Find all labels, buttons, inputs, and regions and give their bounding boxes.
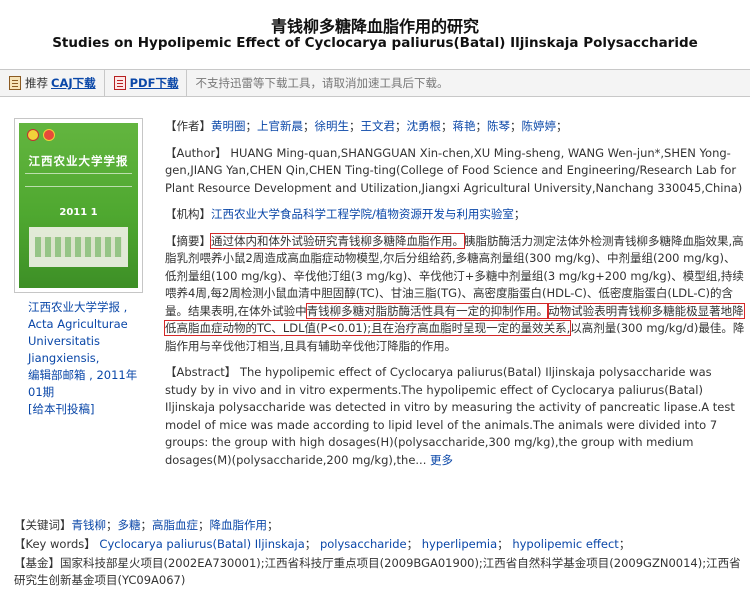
- keywords-cn-row: 【关键词】青钱柳；多糖；高脂血症；降血脂作用；: [14, 518, 279, 532]
- more-link[interactable]: 更多: [430, 453, 453, 467]
- abstract-en-row: 【Abstract】 The hypolipemic effect of Cyc…: [165, 364, 745, 469]
- journal-name-en-2[interactable]: Universitatis: [28, 333, 146, 350]
- author-en-text: HUANG Ming-quan,SHANGGUAN Xin-chen,XU Mi…: [165, 145, 743, 195]
- cover-subtitle-band: [25, 173, 132, 187]
- author-link[interactable]: 陈婷婷: [522, 119, 557, 133]
- author-link[interactable]: 徐明生: [315, 119, 350, 133]
- journal-editor-email[interactable]: 编辑部邮箱 , 2011年: [28, 367, 146, 384]
- cover-logo-icon: [43, 129, 55, 141]
- fund-label: 【基金】: [14, 556, 60, 570]
- author-link[interactable]: 沈勇根: [407, 119, 442, 133]
- authors-row: 【作者】黄明圈；上官新晨；徐明生；王文君；沈勇根；蒋艳；陈琴；陈婷婷；: [165, 119, 568, 133]
- keywords-en-label: 【Key words】: [14, 537, 96, 551]
- keyword-link[interactable]: 多糖: [118, 518, 141, 532]
- caj-file-icon: [9, 76, 21, 90]
- keyword-link[interactable]: 青钱柳: [72, 518, 107, 532]
- cover-issue: 2011 1: [59, 207, 98, 218]
- keyword-link[interactable]: 降血脂作用: [210, 518, 268, 532]
- abstract-en-label: 【Abstract】: [165, 365, 237, 379]
- author-link[interactable]: 上官新晨: [257, 119, 303, 133]
- pdf-download-link[interactable]: PDF下载: [130, 75, 179, 91]
- abstract-cn-row: 【摘要】通过体内和体外试验研究青钱柳多糖降血脂作用。胰脂肪酶活力测定法体外检测青…: [164, 232, 745, 356]
- keywords-cn-label: 【关键词】: [14, 518, 72, 532]
- institution-suffix: ；: [513, 207, 526, 221]
- cover-logos: [27, 129, 55, 141]
- journal-cover-image: 江西农业大学学报 2011 1: [19, 123, 138, 288]
- author-link[interactable]: 蒋艳: [453, 119, 476, 133]
- journal-issue[interactable]: 01期: [28, 384, 146, 401]
- journal-cover[interactable]: 江西农业大学学报 2011 1: [14, 118, 143, 293]
- author-en-row: 【Author】 HUANG Ming-quan,SHANGGUAN Xin-c…: [165, 145, 745, 198]
- keyword-en-link[interactable]: hypolipemic effect: [512, 537, 618, 551]
- caj-download-item: 推荐 CAJ下载: [0, 70, 105, 96]
- article-meta: 【关键词】青钱柳；多糖；高脂血症；降血脂作用； 【Key words】 Cycl…: [14, 517, 744, 591]
- keywords-en-row: 【Key words】 Cyclocarya paliurus(Batal) I…: [14, 537, 631, 551]
- fund-text: 国家科技部星火项目(2002EA730001);江西省科技厅重点项目(2009B…: [14, 556, 741, 587]
- keyword-en-link[interactable]: Cyclocarya paliurus(Batal) Iljinskaja: [99, 537, 304, 551]
- cover-logo-icon: [27, 129, 39, 141]
- pdf-download-item: PDF下载: [105, 70, 188, 96]
- author-en-label: 【Author】: [165, 145, 227, 160]
- abstract-highlight-2: 青钱柳多糖对脂肪酶活性具有一定的抑制作用。: [305, 302, 550, 319]
- caj-download-link[interactable]: CAJ下载: [51, 75, 96, 91]
- abstract-highlight-1: 通过体内和体外试验研究青钱柳多糖降血脂作用。: [210, 232, 465, 249]
- download-toolbar: 推荐 CAJ下载 PDF下载 不支持迅雷等下载工具，请取消加速工具后下载。: [0, 69, 750, 97]
- author-link[interactable]: 黄明圈: [211, 119, 246, 133]
- journal-name-en-1[interactable]: Acta Agriculturae: [28, 316, 146, 333]
- fund-row: 【基金】国家科技部星火项目(2002EA730001);江西省科技厅重点项目(2…: [14, 555, 744, 589]
- authors-label: 【作者】: [165, 119, 211, 133]
- keyword-link[interactable]: 高脂血症: [152, 518, 198, 532]
- institution-label: 【机构】: [165, 207, 211, 221]
- page-title-cn: 青钱柳多糖降血脂作用的研究: [270, 17, 479, 36]
- abstract-cn-label: 【摘要】: [165, 233, 211, 248]
- institution-link[interactable]: 江西农业大学食品科学工程学院/植物资源开发与利用实验室: [211, 207, 514, 221]
- cover-title: 江西农业大学学报: [28, 154, 129, 168]
- journal-info: 江西农业大学学报 , Acta Agriculturae Universitat…: [28, 299, 146, 418]
- author-link[interactable]: 王文君: [361, 119, 396, 133]
- download-note: 不支持迅雷等下载工具，请取消加速工具后下载。: [195, 76, 449, 90]
- keyword-en-link[interactable]: hyperlipemia: [422, 537, 497, 551]
- article-details: 【作者】黄明圈；上官新晨；徐明生；王文君；沈勇根；蒋艳；陈琴；陈婷婷； 【Aut…: [164, 118, 745, 478]
- pdf-file-icon: [113, 76, 126, 90]
- keyword-en-link[interactable]: polysaccharide: [320, 537, 407, 551]
- author-link[interactable]: 陈琴: [487, 119, 510, 133]
- institution-row: 【机构】江西农业大学食品科学工程学院/植物资源开发与利用实验室；: [165, 206, 745, 224]
- abstract-en-text: The hypolipemic effect of Cyclocarya pal…: [165, 365, 735, 467]
- submit-manuscript-link[interactable]: [给本刊投稿]: [28, 401, 146, 418]
- journal-name-cn[interactable]: 江西农业大学学报 ,: [28, 299, 146, 316]
- journal-name-en-3[interactable]: Jiangxiensis,: [28, 350, 146, 367]
- recommend-label: 推荐: [25, 76, 48, 90]
- page-title-en: Studies on Hypolipemic Effect of Cycloca…: [52, 35, 698, 51]
- cover-photo-band: [29, 227, 128, 267]
